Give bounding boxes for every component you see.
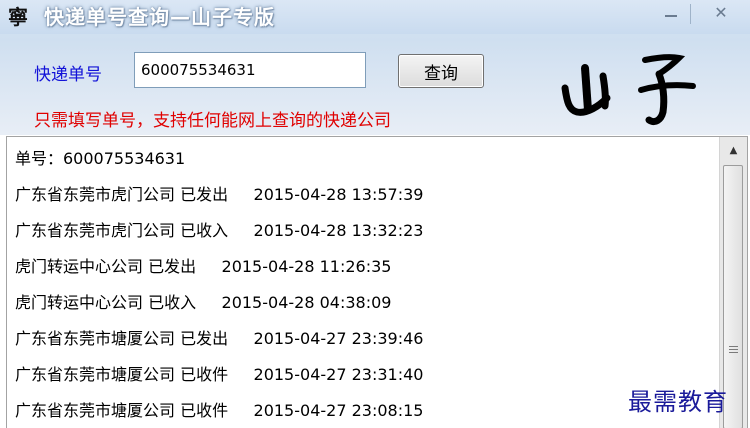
close-button[interactable]: ✕ — [700, 0, 742, 28]
tracking-number-label: 快递单号 — [34, 65, 102, 85]
hint-text: 只需填写单号，支持任何能网上查询的快递公司 — [34, 111, 391, 131]
result-line: 广东省东莞市虎门公司 已发出 2015-04-28 13:57:39 — [15, 185, 424, 204]
title-bar[interactable]: 寧 快递单号查询—山子专版 ✕ — [0, 0, 750, 34]
app-window: 寧 快递单号查询—山子专版 ✕ 快递单号 查询 只需填写单号，支持任何能网上查询… — [0, 0, 750, 428]
scroll-grip-icon — [729, 346, 738, 354]
window-title: 快递单号查询—山子专版 — [44, 5, 275, 29]
result-line: 广东省东莞市塘厦公司 已收件 2015-04-27 23:31:40 — [15, 365, 424, 384]
result-line: 广东省东莞市塘厦公司 已发出 2015-04-27 23:39:46 — [15, 329, 424, 348]
result-line: 单号：600075534631 — [15, 149, 186, 168]
results-list: 单号：600075534631 广东省东莞市虎门公司 已发出 2015-04-2… — [15, 145, 423, 428]
tracking-number-input[interactable] — [134, 52, 366, 88]
query-button[interactable]: 查询 — [398, 54, 484, 88]
minimize-button[interactable] — [650, 0, 692, 28]
watermark-text: 最需教育 — [628, 388, 728, 416]
result-line: 虎门转运中心公司 已收入 2015-04-28 04:38:09 — [15, 293, 392, 312]
scroll-up-arrow-icon[interactable]: ▲ — [720, 137, 747, 165]
result-line: 广东省东莞市塘厦公司 已收件 2015-04-27 23:08:15 — [15, 401, 424, 420]
signature-logo — [561, 54, 696, 126]
titlebar-separator — [690, 4, 691, 24]
result-line: 广东省东莞市虎门公司 已收入 2015-04-28 13:32:23 — [15, 221, 424, 240]
result-line: 虎门转运中心公司 已发出 2015-04-28 11:26:35 — [15, 257, 392, 276]
app-icon: 寧 — [8, 5, 28, 29]
